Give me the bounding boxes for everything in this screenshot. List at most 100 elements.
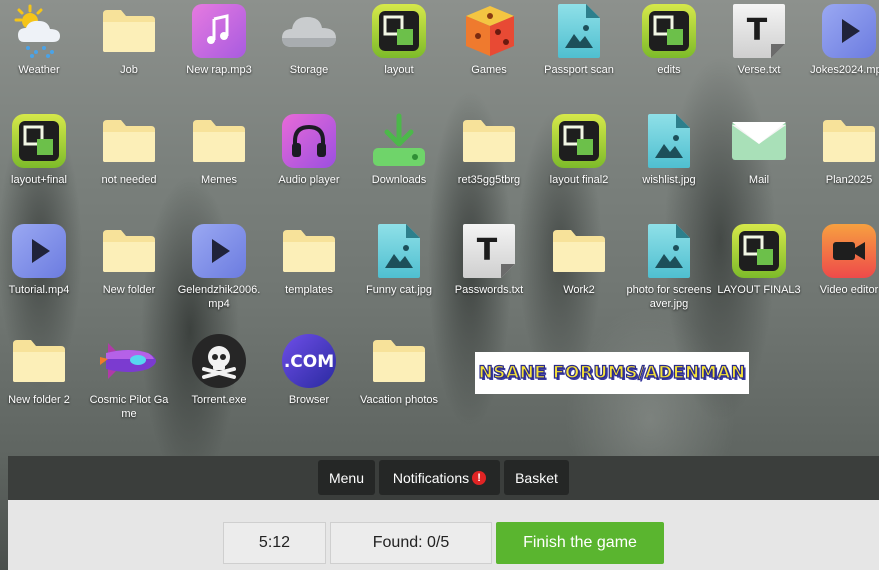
icon-label: Downloads bbox=[371, 174, 427, 186]
game-status-bar: 5:12 Found: 0/5 Finish the game bbox=[8, 500, 879, 570]
folder-icon bbox=[550, 222, 608, 280]
icon-label: New rap.mp3 bbox=[186, 64, 252, 76]
video-camera-icon bbox=[820, 222, 878, 280]
icon-label: Torrent.exe bbox=[191, 394, 247, 406]
music-file-icon bbox=[190, 2, 248, 60]
svg-text:.COM: .COM bbox=[284, 352, 334, 372]
svg-text:T: T bbox=[747, 13, 768, 48]
finish-game-button[interactable]: Finish the game bbox=[496, 522, 664, 564]
svg-text:T: T bbox=[477, 233, 498, 268]
notifications-button[interactable]: Notifications ! bbox=[379, 460, 500, 495]
icon-label: Funny cat.jpg bbox=[365, 284, 433, 296]
icon-label: layout bbox=[384, 64, 414, 76]
icon-label: Verse.txt bbox=[737, 64, 781, 76]
finish-game-label: Finish the game bbox=[523, 534, 637, 551]
desktop-icon-edits[interactable]: edits bbox=[624, 2, 714, 77]
desktop-icon-work2[interactable]: Work2 bbox=[534, 222, 624, 297]
icon-label: Games bbox=[471, 64, 507, 76]
folder-icon bbox=[100, 222, 158, 280]
icon-label: Vacation photos bbox=[359, 394, 439, 406]
watermark-banner: NSANE FORUMS/ADENMAN bbox=[475, 352, 749, 394]
icon-label: ret35gg5tbrg bbox=[457, 174, 521, 186]
image-file-icon bbox=[640, 222, 698, 280]
timer-value: 5:12 bbox=[258, 534, 291, 551]
taskbar: Menu Notifications ! Basket bbox=[8, 456, 879, 500]
weather-icon bbox=[10, 2, 68, 60]
desktop-icon-not-needed[interactable]: not needed bbox=[84, 112, 174, 187]
text-file-icon: T bbox=[730, 2, 788, 60]
icon-label: LAYOUT FINAL3 bbox=[717, 284, 801, 296]
icon-label: Video editor bbox=[819, 284, 879, 296]
folder-icon bbox=[460, 112, 518, 170]
text-file-icon: T bbox=[460, 222, 518, 280]
desktop-icon-wishlist-jpg[interactable]: wishlist.jpg bbox=[624, 112, 714, 187]
folder-icon bbox=[100, 2, 158, 60]
desktop-icon-mail[interactable]: Mail bbox=[714, 112, 804, 187]
desktop-icon-torrent-exe[interactable]: Torrent.exe bbox=[174, 332, 264, 407]
desktop-icon-browser[interactable]: .COM Browser bbox=[264, 332, 354, 407]
cloud-icon bbox=[280, 2, 338, 60]
layout-icon bbox=[550, 112, 608, 170]
desktop-icon-new-rap-mp3[interactable]: New rap.mp3 bbox=[174, 2, 264, 77]
layout-icon bbox=[730, 222, 788, 280]
folder-icon bbox=[820, 112, 878, 170]
icon-label: Memes bbox=[200, 174, 238, 186]
skull-icon bbox=[190, 332, 248, 390]
desktop-icon-passwords-txt[interactable]: T Passwords.txt bbox=[444, 222, 534, 297]
desktop-icon-ret35gg5tbrg[interactable]: ret35gg5tbrg bbox=[444, 112, 534, 187]
desktop-icon-job[interactable]: Job bbox=[84, 2, 174, 77]
desktop-icon-storage[interactable]: Storage bbox=[264, 2, 354, 77]
desktop-icon-verse-txt[interactable]: T Verse.txt bbox=[714, 2, 804, 77]
desktop-icon-layout-final[interactable]: layout+final bbox=[0, 112, 84, 187]
icon-label: layout+final bbox=[11, 174, 67, 186]
icon-label: not needed bbox=[101, 174, 157, 186]
icon-label: Audio player bbox=[278, 174, 340, 186]
desktop-icon-layout[interactable]: layout bbox=[354, 2, 444, 77]
icon-label: photo for screensaver.jpg bbox=[626, 284, 712, 310]
icon-label: Job bbox=[120, 64, 138, 76]
spaceship-icon bbox=[100, 332, 158, 390]
desktop-icon-funny-cat-jpg[interactable]: Funny cat.jpg bbox=[354, 222, 444, 297]
desktop-icon-layout-final3[interactable]: LAYOUT FINAL3 bbox=[714, 222, 804, 297]
basket-button[interactable]: Basket bbox=[504, 460, 569, 495]
found-counter: Found: 0/5 bbox=[330, 522, 492, 564]
desktop-icon-vacation-photos[interactable]: Vacation photos bbox=[354, 332, 444, 407]
desktop-icon-cosmic-pilot-game[interactable]: Cosmic Pilot Game bbox=[84, 332, 174, 421]
desktop-icon-memes[interactable]: Memes bbox=[174, 112, 264, 187]
desktop-icon-video-editor[interactable]: Video editor bbox=[804, 222, 879, 297]
icon-label: layout final2 bbox=[549, 174, 609, 186]
download-icon bbox=[370, 112, 428, 170]
desktop-icon-weather[interactable]: Weather bbox=[0, 2, 84, 77]
icon-label: Storage bbox=[289, 64, 329, 76]
desktop-icon-layout-final2[interactable]: layout final2 bbox=[534, 112, 624, 187]
desktop-icon-new-folder[interactable]: New folder bbox=[84, 222, 174, 297]
desktop-icon-downloads[interactable]: Downloads bbox=[354, 112, 444, 187]
found-value: Found: 0/5 bbox=[372, 534, 450, 551]
icon-label: Weather bbox=[18, 64, 60, 76]
icon-label: Tutorial.mp4 bbox=[8, 284, 70, 296]
icon-label: Cosmic Pilot Game bbox=[89, 394, 169, 420]
menu-button[interactable]: Menu bbox=[318, 460, 375, 495]
icon-label: Passport scan bbox=[544, 64, 614, 76]
desktop-icon-jokes2024-mp4[interactable]: Jokes2024.mp4 bbox=[804, 2, 879, 77]
folder-icon bbox=[10, 332, 68, 390]
desktop-icon-games[interactable]: Games bbox=[444, 2, 534, 77]
desktop-icon-tutorial-mp4[interactable]: Tutorial.mp4 bbox=[0, 222, 84, 297]
folder-icon bbox=[190, 112, 248, 170]
watermark-text: NSANE FORUMS/ADENMAN bbox=[478, 362, 746, 383]
desktop-icon-new-folder-2[interactable]: New folder 2 bbox=[0, 332, 84, 407]
video-file-icon bbox=[10, 222, 68, 280]
desktop-icon-templates[interactable]: templates bbox=[264, 222, 354, 297]
desktop-icon-passport-scan[interactable]: Passport scan bbox=[534, 2, 624, 77]
icon-label: edits bbox=[657, 64, 681, 76]
desktop-icon-gelendzhik2006-mp4[interactable]: Gelendzhik2006.mp4 bbox=[174, 222, 264, 311]
layout-icon bbox=[640, 2, 698, 60]
icon-label: Plan2025 bbox=[825, 174, 873, 186]
desktop-icon-audio-player[interactable]: Audio player bbox=[264, 112, 354, 187]
timer-display: 5:12 bbox=[223, 522, 326, 564]
basket-label: Basket bbox=[515, 469, 558, 486]
desktop-icon-plan2025[interactable]: Plan2025 bbox=[804, 112, 879, 187]
icon-label: Work2 bbox=[563, 284, 595, 296]
folder-icon bbox=[280, 222, 338, 280]
desktop-icon-photo-for-screensaver-jpg[interactable]: photo for screensaver.jpg bbox=[624, 222, 714, 311]
